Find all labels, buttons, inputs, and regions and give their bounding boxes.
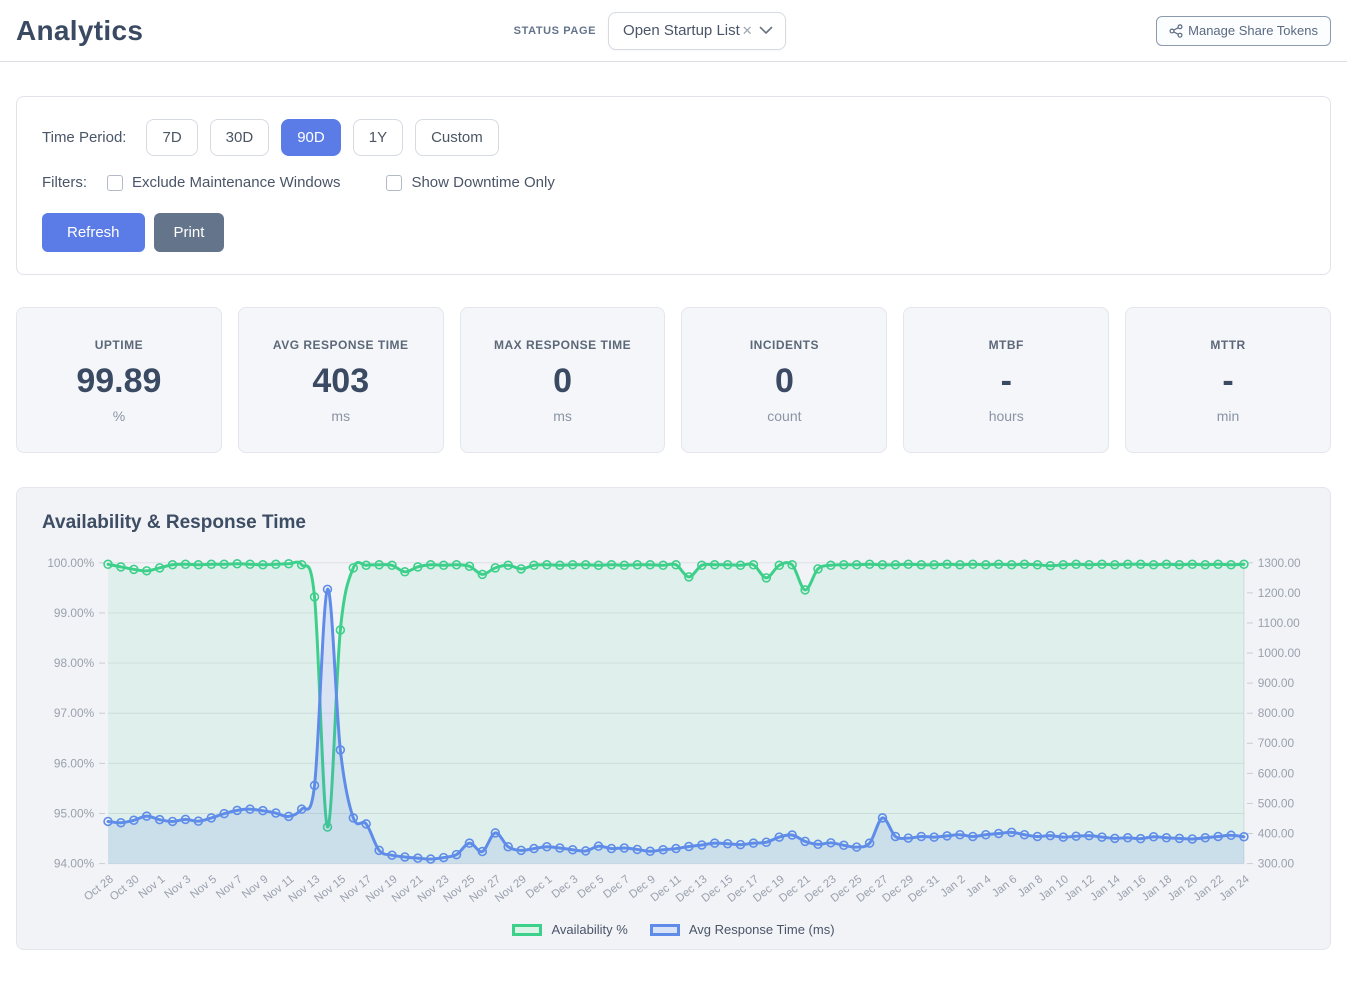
- stat-value: 0: [682, 364, 886, 398]
- right-axis-tick: 1100.00: [1258, 616, 1300, 630]
- status-page-label: STATUS PAGE: [514, 25, 596, 37]
- x-axis-tick: Oct 30: [108, 873, 142, 903]
- show-downtime-checkbox[interactable]: Show Downtime Only: [386, 174, 554, 191]
- legend-response-time[interactable]: Avg Response Time (ms): [650, 922, 835, 937]
- x-axis-tick: Dec 5: [576, 873, 607, 901]
- x-axis-tick: Dec 7: [601, 873, 632, 901]
- page-header: Analytics STATUS PAGE Open Startup List …: [0, 0, 1347, 62]
- x-axis-tick: Jan 24: [1217, 873, 1251, 903]
- left-axis-tick: 94.00%: [54, 857, 95, 871]
- x-axis-tick: Jan 4: [964, 873, 993, 900]
- left-axis-tick: 97.00%: [54, 706, 95, 720]
- response-time-swatch-icon: [650, 924, 680, 936]
- right-axis-tick: 1000.00: [1258, 646, 1301, 660]
- checkbox-icon: [386, 175, 402, 191]
- exclude-maintenance-label: Exclude Maintenance Windows: [132, 174, 340, 191]
- x-axis-tick: Nov 1: [137, 873, 168, 901]
- stat-value: 403: [239, 364, 443, 398]
- time-period-custom-button[interactable]: Custom: [415, 119, 499, 156]
- right-axis-tick: 900.00: [1258, 676, 1295, 690]
- legend-availability[interactable]: Availability %: [512, 922, 627, 937]
- show-downtime-label: Show Downtime Only: [411, 174, 554, 191]
- page-title: Analytics: [16, 15, 143, 47]
- stat-label: MTBF: [904, 338, 1108, 352]
- x-axis-tick: Dec 3: [550, 873, 581, 901]
- time-period-1y-button[interactable]: 1Y: [353, 119, 403, 156]
- stat-label: MTTR: [1126, 338, 1330, 352]
- status-page-select[interactable]: Open Startup List ✕: [608, 12, 786, 50]
- right-axis-tick: 1200.00: [1258, 586, 1301, 600]
- filter-panel: Time Period: 7D 30D 90D 1Y Custom Filter…: [16, 96, 1331, 275]
- right-axis-tick: 600.00: [1258, 766, 1295, 780]
- stat-unit: min: [1126, 408, 1330, 424]
- x-axis-tick: Jan 6: [990, 873, 1019, 900]
- stat-value: 0: [461, 364, 665, 398]
- x-axis-tick: Nov 3: [162, 873, 193, 901]
- checkbox-icon: [107, 175, 123, 191]
- stat-card-uptime: UPTIME 99.89 %: [16, 307, 222, 453]
- right-axis-tick: 400.00: [1258, 826, 1295, 840]
- stat-card-mtbf: MTBF - hours: [903, 307, 1109, 453]
- status-page-selected-value: Open Startup List: [623, 22, 740, 39]
- right-axis-tick: 1300.00: [1258, 556, 1301, 570]
- filters-label: Filters:: [42, 174, 87, 191]
- status-page-selector: STATUS PAGE Open Startup List ✕: [514, 12, 786, 50]
- stat-value: 99.89: [17, 364, 221, 398]
- chevron-down-icon: [759, 26, 773, 35]
- x-axis-tick: Nov 7: [214, 873, 245, 901]
- left-axis-tick: 98.00%: [54, 656, 95, 670]
- stat-card-incidents: INCIDENTS 0 count: [681, 307, 887, 453]
- right-axis-tick: 300.00: [1258, 857, 1295, 871]
- time-period-row: Time Period: 7D 30D 90D 1Y Custom: [42, 119, 1305, 156]
- left-axis-tick: 95.00%: [54, 806, 95, 820]
- exclude-maintenance-checkbox[interactable]: Exclude Maintenance Windows: [107, 174, 340, 191]
- stat-unit: ms: [239, 408, 443, 424]
- legend-availability-label: Availability %: [551, 922, 627, 937]
- legend-response-time-label: Avg Response Time (ms): [689, 922, 835, 937]
- chart-title: Availability & Response Time: [42, 512, 1330, 534]
- right-axis-tick: 700.00: [1258, 736, 1295, 750]
- manage-share-tokens-button[interactable]: Manage Share Tokens: [1156, 16, 1331, 46]
- right-axis-tick: 500.00: [1258, 796, 1295, 810]
- left-axis-tick: 99.00%: [54, 606, 95, 620]
- stat-value: -: [904, 364, 1108, 398]
- refresh-button[interactable]: Refresh: [42, 213, 145, 252]
- stat-label: INCIDENTS: [682, 338, 886, 352]
- actions-row: Refresh Print: [42, 213, 1305, 252]
- stat-value: -: [1126, 364, 1330, 398]
- print-button[interactable]: Print: [154, 213, 225, 252]
- stat-unit: hours: [904, 408, 1108, 424]
- left-axis-tick: 96.00%: [54, 756, 95, 770]
- time-period-7d-button[interactable]: 7D: [146, 119, 197, 156]
- time-period-90d-button[interactable]: 90D: [281, 119, 341, 156]
- left-axis-tick: 100.00%: [47, 556, 94, 570]
- stat-card-avg-response-time: AVG RESPONSE TIME 403 ms: [238, 307, 444, 453]
- stat-unit: ms: [461, 408, 665, 424]
- x-axis-tick: Jan 2: [938, 873, 967, 900]
- filters-row: Filters: Exclude Maintenance Windows Sho…: [42, 174, 1305, 191]
- stat-label: UPTIME: [17, 338, 221, 352]
- time-period-label: Time Period:: [42, 129, 126, 146]
- stat-unit: count: [682, 408, 886, 424]
- right-axis-tick: 800.00: [1258, 706, 1295, 720]
- chart-panel: Availability & Response Time 100.00% 99.0…: [16, 487, 1331, 950]
- stat-label: MAX RESPONSE TIME: [461, 338, 665, 352]
- stat-unit: %: [17, 408, 221, 424]
- stat-card-mttr: MTTR - min: [1125, 307, 1331, 453]
- availability-swatch-icon: [512, 924, 542, 936]
- stat-card-max-response-time: MAX RESPONSE TIME 0 ms: [460, 307, 666, 453]
- stat-label: AVG RESPONSE TIME: [239, 338, 443, 352]
- stats-row: UPTIME 99.89 % AVG RESPONSE TIME 403 ms …: [16, 307, 1331, 453]
- x-axis-tick: Dec 1: [524, 873, 555, 901]
- availability-response-chart[interactable]: 100.00% 99.00% 98.00% 97.00% 96.00% 95.00% 94.…: [17, 544, 1331, 920]
- share-icon: [1169, 24, 1183, 38]
- clear-selection-icon[interactable]: ✕: [742, 23, 753, 39]
- manage-share-tokens-label: Manage Share Tokens: [1188, 23, 1318, 38]
- chart-legend: Availability % Avg Response Time (ms): [17, 922, 1330, 937]
- time-period-30d-button[interactable]: 30D: [210, 119, 270, 156]
- x-axis-tick: Nov 5: [188, 873, 219, 901]
